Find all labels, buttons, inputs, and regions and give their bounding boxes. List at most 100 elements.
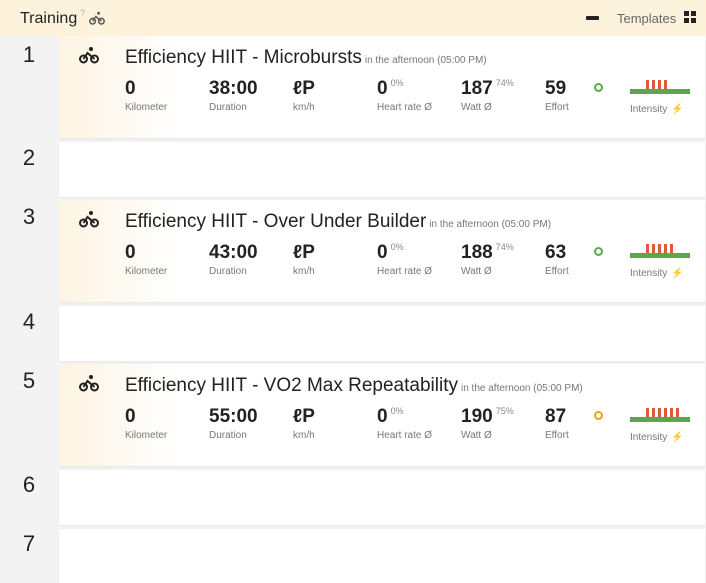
effort-value: 63 xyxy=(545,242,567,263)
intensity-bar xyxy=(646,80,649,89)
workout-name[interactable]: Efficiency HIIT - VO2 Max Repeatability xyxy=(125,375,458,396)
day-number: 5 xyxy=(22,368,36,393)
watt-value: 187 xyxy=(461,78,493,99)
watt-value: 190 xyxy=(461,406,493,427)
intensity-bar xyxy=(646,244,649,253)
effort-indicator-icon xyxy=(594,83,603,92)
intensity-baseline xyxy=(630,89,690,94)
speed-stat: ℓP km/h xyxy=(293,242,315,277)
workout-card[interactable]: Efficiency HIIT - Over Under Builder in t… xyxy=(59,200,705,302)
empty-day-slot[interactable] xyxy=(59,470,705,525)
distance-label: Kilometer xyxy=(125,430,168,441)
intensity-bar xyxy=(658,244,661,253)
empty-day-slot[interactable] xyxy=(59,306,705,361)
effort-value: 59 xyxy=(545,78,567,99)
intensity-bar xyxy=(664,408,667,417)
distance-value: 0 xyxy=(125,78,136,99)
lightning-icon: ⚡ xyxy=(671,268,684,279)
intensity-bar xyxy=(646,408,649,417)
heart-rate-pct: 0% xyxy=(390,78,404,88)
intensity-chart xyxy=(630,406,690,422)
intensity-baseline xyxy=(630,253,690,258)
workout-time: in the afternoon (05:00 PM) xyxy=(460,383,583,394)
workout-card[interactable]: Efficiency HIIT - VO2 Max Repeatability i… xyxy=(59,364,705,466)
intensity-label: Intensity ⚡ xyxy=(630,268,684,279)
workout-title[interactable]: Efficiency HIIT - VO2 Max Repeatability i… xyxy=(125,375,583,397)
workout-card[interactable]: Efficiency HIIT - Microbursts in the afte… xyxy=(59,36,705,138)
heart-rate-pct: 0% xyxy=(390,406,404,416)
effort-indicator-icon xyxy=(594,247,603,256)
workout-name[interactable]: Efficiency HIIT - Over Under Builder xyxy=(125,211,426,232)
workout-time: in the afternoon (05:00 PM) xyxy=(364,55,487,66)
duration-label: Duration xyxy=(209,102,247,113)
heart-rate-stat: 0 0% Heart rate Ø xyxy=(377,78,432,113)
day-number: 2 xyxy=(22,145,36,170)
day-number: 4 xyxy=(22,309,36,334)
empty-day-slot[interactable] xyxy=(59,142,705,197)
heart-rate-label: Heart rate Ø xyxy=(377,102,433,113)
intensity-bar xyxy=(676,408,679,417)
duration-value: 38:00 xyxy=(209,78,258,99)
heart-rate-stat: 0 0% Heart rate Ø xyxy=(377,406,432,441)
intensity-bar xyxy=(670,244,673,253)
workout-name[interactable]: Efficiency HIIT - Microbursts xyxy=(125,47,362,68)
watt-pct: 74% xyxy=(495,242,514,252)
cycling-icon xyxy=(89,11,105,25)
heart-rate-stat: 0 0% Heart rate Ø xyxy=(377,242,432,277)
lightning-icon: ⚡ xyxy=(671,432,684,443)
effort-indicator-icon xyxy=(594,411,603,420)
intensity-chart xyxy=(630,242,690,258)
heart-rate-value: 0 xyxy=(377,406,388,427)
effort-stat: 63 Effort xyxy=(545,242,569,277)
distance-stat: 0 Kilometer xyxy=(125,242,167,277)
watt-pct: 75% xyxy=(495,406,514,416)
effort-stat: 87 Effort xyxy=(545,406,569,441)
duration-stat: 55:00 Duration xyxy=(209,406,258,441)
effort-label: Effort xyxy=(545,430,569,441)
distance-value: 0 xyxy=(125,242,136,263)
collapse-button[interactable] xyxy=(586,16,599,20)
day-number: 1 xyxy=(22,42,36,67)
day-number: 6 xyxy=(22,472,36,497)
heart-rate-value: 0 xyxy=(377,242,388,263)
watt-value: 188 xyxy=(461,242,493,263)
speed-label: km/h xyxy=(293,266,315,277)
watt-pct: 74% xyxy=(495,78,514,88)
workout-title[interactable]: Efficiency HIIT - Over Under Builder in t… xyxy=(125,211,551,233)
day-number: 7 xyxy=(22,531,36,556)
workout-time: in the afternoon (05:00 PM) xyxy=(429,219,552,230)
intensity-baseline xyxy=(630,417,690,422)
heart-rate-label: Heart rate Ø xyxy=(377,430,433,441)
templates-button[interactable]: Templates xyxy=(617,11,676,26)
intensity-bar xyxy=(652,408,655,417)
duration-value: 43:00 xyxy=(209,242,258,263)
help-icon[interactable]: ? xyxy=(80,8,85,18)
distance-stat: 0 Kilometer xyxy=(125,78,167,113)
cycling-icon xyxy=(79,375,99,392)
workout-title[interactable]: Efficiency HIIT - Microbursts in the afte… xyxy=(125,47,487,69)
speed-value: ℓP xyxy=(293,78,315,99)
grid-icon[interactable] xyxy=(684,11,696,23)
watt-label: Watt Ø xyxy=(461,102,492,113)
duration-label: Duration xyxy=(209,430,247,441)
effort-stat: 59 Effort xyxy=(545,78,569,113)
distance-stat: 0 Kilometer xyxy=(125,406,167,441)
intensity-bar xyxy=(658,80,661,89)
intensity-bar xyxy=(652,80,655,89)
speed-value: ℓP xyxy=(293,242,315,263)
day-number: 3 xyxy=(22,204,36,229)
watt-stat: 187 74% Watt Ø xyxy=(461,78,514,113)
effort-label: Effort xyxy=(545,266,569,277)
training-header: Training ? Templates xyxy=(0,0,706,36)
heart-rate-label: Heart rate Ø xyxy=(377,266,433,277)
watt-label: Watt Ø xyxy=(461,430,492,441)
heart-rate-value: 0 xyxy=(377,78,388,99)
intensity-bar xyxy=(652,244,655,253)
intensity-bar xyxy=(664,244,667,253)
speed-value: ℓP xyxy=(293,406,315,427)
effort-value: 87 xyxy=(545,406,567,427)
page-title: Training xyxy=(20,10,78,27)
speed-label: km/h xyxy=(293,102,315,113)
duration-label: Duration xyxy=(209,266,247,277)
empty-day-slot[interactable] xyxy=(59,529,705,583)
